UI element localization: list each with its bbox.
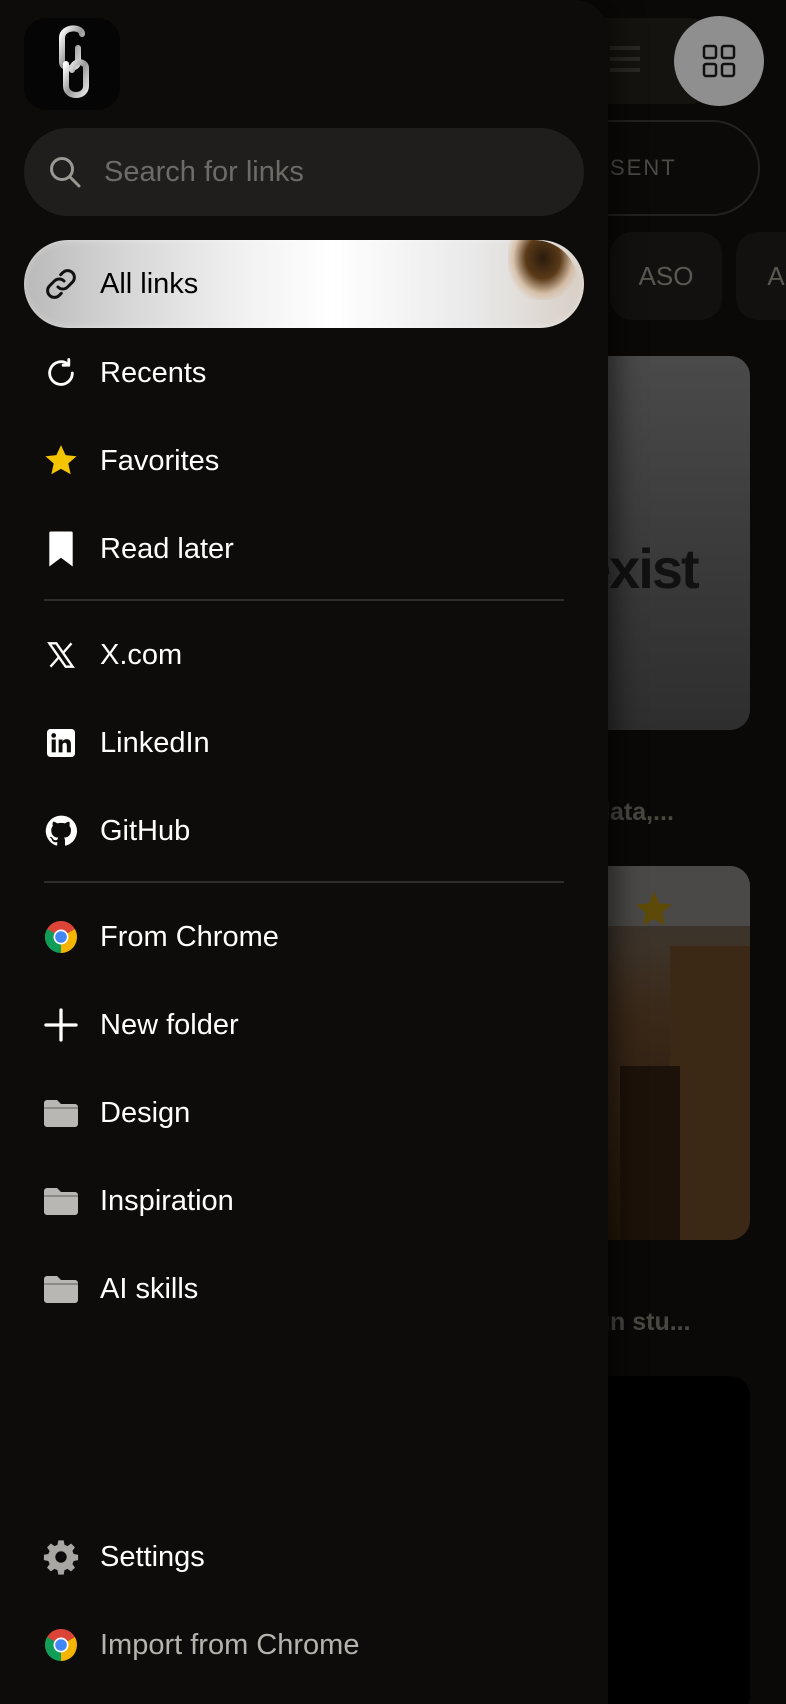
sidebar-item-label: X.com bbox=[100, 638, 183, 671]
divider bbox=[44, 881, 564, 883]
new-folder-button[interactable]: New folder bbox=[24, 981, 584, 1069]
grid-view-button[interactable] bbox=[674, 16, 764, 106]
chrome-icon bbox=[42, 918, 80, 956]
sidebar-item-label: Inspiration bbox=[100, 1184, 234, 1217]
star-icon bbox=[42, 442, 80, 480]
sidebar-item-label: AI skills bbox=[100, 1272, 199, 1305]
github-icon bbox=[42, 812, 80, 850]
sidebar-item-folder-design[interactable]: Design bbox=[24, 1069, 584, 1157]
search-icon bbox=[50, 157, 81, 188]
folder-icon bbox=[42, 1094, 80, 1132]
sidebar-item-label: All links bbox=[100, 267, 199, 300]
chrome-icon bbox=[42, 1626, 80, 1664]
settings-button[interactable]: Settings bbox=[24, 1513, 584, 1601]
sidebar-item-github[interactable]: GitHub bbox=[24, 787, 584, 875]
chain-logo-icon bbox=[59, 25, 89, 98]
sidebar-item-label: Read later bbox=[100, 532, 234, 565]
import-from-chrome-button[interactable]: Import from Chrome bbox=[24, 1601, 584, 1689]
sidebar-item-all-links[interactable]: All links bbox=[24, 240, 584, 328]
sidebar-item-label: GitHub bbox=[100, 814, 191, 847]
app-logo bbox=[24, 18, 120, 110]
sidebar-item-folder-inspiration[interactable]: Inspiration bbox=[24, 1157, 584, 1245]
gear-icon bbox=[42, 1538, 80, 1576]
sidebar-item-favorites[interactable]: Favorites bbox=[24, 417, 584, 505]
linkedin-icon bbox=[42, 724, 80, 762]
sidebar-item-from-chrome[interactable]: From Chrome bbox=[24, 893, 584, 981]
sidebar-item-folder-ai-skills[interactable]: AI skills bbox=[24, 1245, 584, 1333]
sidebar-item-recents[interactable]: Recents bbox=[24, 329, 584, 417]
link-icon bbox=[42, 265, 80, 303]
sidebar-item-label: Favorites bbox=[100, 444, 220, 477]
sidebar-item-label: Settings bbox=[100, 1540, 205, 1573]
sidebar-item-label: Import from Chrome bbox=[100, 1628, 360, 1661]
search-input[interactable] bbox=[104, 155, 544, 189]
x-logo-icon bbox=[42, 636, 80, 674]
sidebar-item-x[interactable]: X.com bbox=[24, 611, 584, 699]
divider bbox=[44, 599, 564, 601]
sidebar-item-label: Recents bbox=[100, 356, 207, 389]
favorite-star-icon[interactable] bbox=[632, 888, 676, 932]
card-image-pillar bbox=[670, 946, 750, 1240]
search-bar[interactable] bbox=[24, 128, 584, 216]
navigation-drawer: All links Recents Favorites bbox=[0, 0, 608, 1704]
recents-icon bbox=[42, 354, 80, 392]
folder-icon bbox=[42, 1270, 80, 1308]
card-image-door bbox=[620, 1066, 680, 1240]
sidebar-item-linkedin[interactable]: LinkedIn bbox=[24, 699, 584, 787]
sidebar-item-label: LinkedIn bbox=[100, 726, 210, 759]
sidebar-item-label: New folder bbox=[100, 1008, 239, 1041]
highlight-glare bbox=[508, 240, 578, 300]
filter-chip[interactable]: A bbox=[736, 232, 786, 320]
plus-icon bbox=[42, 1006, 80, 1044]
folder-icon bbox=[42, 1182, 80, 1220]
filter-chip[interactable]: ASO bbox=[610, 232, 722, 320]
sidebar-item-read-later[interactable]: Read later bbox=[24, 505, 584, 593]
bookmark-icon bbox=[42, 530, 80, 568]
sidebar-item-label: From Chrome bbox=[100, 920, 279, 953]
app-screen: SENT ASO A : exist ss data,... esign stu… bbox=[0, 0, 786, 1704]
grid-icon bbox=[702, 44, 736, 78]
sidebar-item-label: Design bbox=[100, 1096, 191, 1129]
